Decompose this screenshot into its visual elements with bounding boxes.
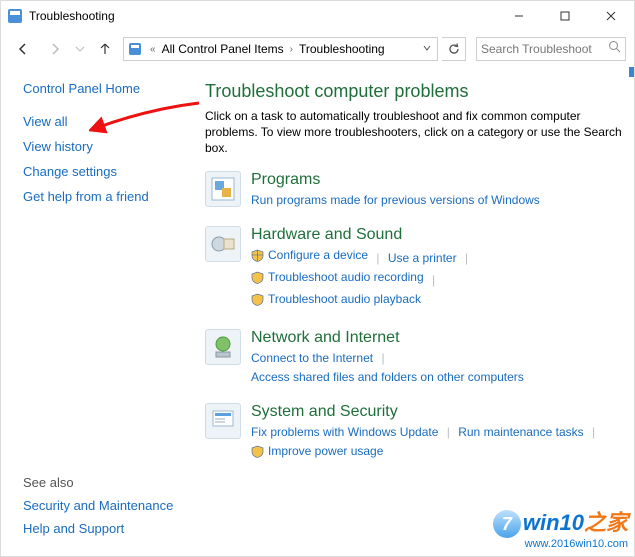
separator: | xyxy=(442,425,455,439)
shield-icon xyxy=(251,445,264,458)
system-icon xyxy=(205,403,241,439)
category-programs: Programs Run programs made for previous … xyxy=(205,171,624,210)
maximize-button[interactable] xyxy=(542,1,588,31)
separator: | xyxy=(587,425,600,439)
hardware-icon xyxy=(205,226,241,262)
up-button[interactable] xyxy=(91,35,119,63)
page-description: Click on a task to automatically trouble… xyxy=(205,108,624,157)
link-audio-recording[interactable]: Troubleshoot audio recording xyxy=(251,268,424,287)
separator: | xyxy=(460,251,473,265)
link-audio-playback[interactable]: Troubleshoot audio playback xyxy=(251,290,421,309)
shield-icon xyxy=(251,271,264,284)
page-heading: Troubleshoot computer problems xyxy=(205,81,624,102)
see-also-section: See also Security and Maintenance Help a… xyxy=(23,475,173,544)
main-content: Troubleshoot computer problems Click on … xyxy=(201,67,634,556)
category-network: Network and Internet Connect to the Inte… xyxy=(205,329,624,387)
watermark: 7win10之家 www.2016win10.com xyxy=(493,505,628,550)
category-system: System and Security Fix problems with Wi… xyxy=(205,403,624,464)
shield-icon xyxy=(251,249,264,262)
search-placeholder: Search Troubleshoot xyxy=(481,42,608,56)
separator: | xyxy=(371,251,384,265)
watermark-badge-icon: 7 xyxy=(493,510,521,538)
sidebar-link-view-history[interactable]: View history xyxy=(23,139,191,154)
breadcrumb-item-1[interactable]: All Control Panel Items xyxy=(162,42,284,56)
search-icon xyxy=(608,40,621,58)
category-title-hardware[interactable]: Hardware and Sound xyxy=(251,226,624,244)
link-connect-internet[interactable]: Connect to the Internet xyxy=(251,349,373,368)
category-title-programs[interactable]: Programs xyxy=(251,171,624,189)
link-use-printer[interactable]: Use a printer xyxy=(388,249,457,268)
chevron-right-icon[interactable]: › xyxy=(288,44,295,55)
back-button[interactable] xyxy=(9,35,37,63)
separator: | xyxy=(427,273,440,287)
address-bar[interactable]: « All Control Panel Items › Troubleshoot… xyxy=(123,37,438,61)
search-box[interactable]: Search Troubleshoot xyxy=(476,37,626,61)
sidebar-link-change-settings[interactable]: Change settings xyxy=(23,164,191,179)
minimize-button[interactable] xyxy=(496,1,542,31)
sidebar: Control Panel Home View all View history… xyxy=(1,67,201,556)
forward-button[interactable] xyxy=(41,35,69,63)
window-titlebar: Troubleshooting xyxy=(1,1,634,31)
link-power-usage[interactable]: Improve power usage xyxy=(251,442,383,461)
control-panel-home-link[interactable]: Control Panel Home xyxy=(23,81,191,96)
close-button[interactable] xyxy=(588,1,634,31)
category-hardware: Hardware and Sound Configure a device | … xyxy=(205,226,624,313)
sidebar-link-get-help[interactable]: Get help from a friend xyxy=(23,189,191,204)
see-also-header: See also xyxy=(23,475,173,490)
address-dropdown[interactable] xyxy=(419,44,435,55)
category-title-network[interactable]: Network and Internet xyxy=(251,329,624,347)
network-icon xyxy=(205,329,241,365)
see-also-help[interactable]: Help and Support xyxy=(23,521,173,536)
refresh-button[interactable] xyxy=(442,37,466,61)
category-title-system[interactable]: System and Security xyxy=(251,403,624,421)
window-title: Troubleshooting xyxy=(29,9,496,23)
sidebar-link-view-all[interactable]: View all xyxy=(23,114,191,129)
link-run-programs-previous[interactable]: Run programs made for previous versions … xyxy=(251,191,540,210)
link-windows-update[interactable]: Fix problems with Windows Update xyxy=(251,423,438,442)
link-configure-device[interactable]: Configure a device xyxy=(251,246,368,265)
location-icon xyxy=(126,40,144,58)
recent-locations-dropdown[interactable] xyxy=(73,35,87,63)
link-access-shared[interactable]: Access shared files and folders on other… xyxy=(251,368,524,387)
link-maintenance[interactable]: Run maintenance tasks xyxy=(458,423,583,442)
watermark-url: www.2016win10.com xyxy=(493,538,628,550)
see-also-security[interactable]: Security and Maintenance xyxy=(23,498,173,513)
shield-icon xyxy=(251,293,264,306)
nav-row: « All Control Panel Items › Troubleshoot… xyxy=(1,31,634,67)
programs-icon xyxy=(205,171,241,207)
window-controls xyxy=(496,1,634,31)
breadcrumb-item-2[interactable]: Troubleshooting xyxy=(299,42,385,56)
breadcrumb-prefix: « xyxy=(148,44,158,55)
separator: | xyxy=(376,351,389,365)
app-icon xyxy=(7,8,23,24)
